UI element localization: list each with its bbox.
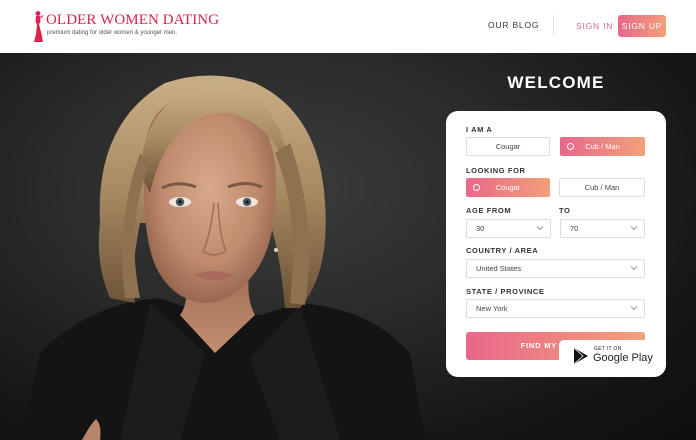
age-from-value: 30	[476, 224, 485, 233]
looking-for-cub-man-option[interactable]: Cub / Man	[559, 178, 645, 197]
country-select[interactable]: United States	[466, 259, 645, 278]
age-from-select[interactable]: 30	[466, 219, 551, 238]
country-label: COUNTRY / AREA	[466, 246, 539, 255]
sign-up-button[interactable]: SIGN UP	[618, 15, 666, 37]
state-label: STATE / PROVINCE	[466, 287, 545, 296]
i-am-label: I AM A	[466, 125, 493, 134]
page: OLDER WOMEN DATING premium dating for ol…	[0, 0, 696, 440]
site-logo[interactable]: OLDER WOMEN DATING premium dating for ol…	[31, 10, 219, 44]
age-to-select[interactable]: 70	[560, 219, 645, 238]
nav-divider	[553, 15, 554, 37]
i-am-cougar-option[interactable]: Cougar	[466, 137, 550, 156]
google-play-badge[interactable]: GET IT ON Google Play	[559, 340, 662, 372]
i-am-cub-man-text: Cub / Man	[585, 142, 620, 151]
chevron-down-icon	[630, 226, 638, 231]
state-value: New York	[476, 304, 508, 313]
state-select[interactable]: New York	[466, 299, 645, 318]
site-header: OLDER WOMEN DATING premium dating for ol…	[0, 0, 696, 53]
google-play-store-name: Google Play	[593, 352, 653, 364]
chevron-down-icon	[630, 266, 638, 271]
age-from-label: AGE FROM	[466, 206, 512, 215]
woman-silhouette-icon	[34, 11, 44, 42]
chevron-down-icon	[630, 306, 638, 311]
i-am-cougar-text: Cougar	[495, 142, 521, 151]
age-to-value: 70	[570, 224, 579, 233]
google-play-icon	[573, 347, 588, 365]
sign-in-link[interactable]: SIGN IN	[576, 21, 613, 31]
hero-section: WELCOME I AM A Cougar Cub / Man LOOKING …	[0, 53, 696, 440]
looking-for-cub-man-text: Cub / Man	[584, 183, 620, 192]
country-value: United States	[476, 264, 522, 273]
looking-for-cougar-option[interactable]: Cougar	[466, 178, 550, 197]
looking-for-cougar-text: Cougar	[495, 183, 521, 192]
radio-selected-icon	[473, 184, 480, 191]
logo-title: OLDER WOMEN DATING	[46, 12, 220, 28]
i-am-cub-man-option[interactable]: Cub / Man	[560, 137, 645, 156]
looking-for-label: LOOKING FOR	[466, 166, 526, 175]
age-to-label: TO	[559, 206, 571, 215]
radio-selected-icon	[567, 143, 574, 150]
logo-tagline: premium dating for older women & younger…	[47, 30, 178, 36]
chevron-down-icon	[536, 226, 544, 231]
search-form-card: I AM A Cougar Cub / Man LOOKING FOR Coug…	[446, 111, 666, 377]
nav-our-blog-link[interactable]: OUR BLOG	[488, 20, 539, 30]
welcome-heading: WELCOME	[507, 73, 605, 92]
